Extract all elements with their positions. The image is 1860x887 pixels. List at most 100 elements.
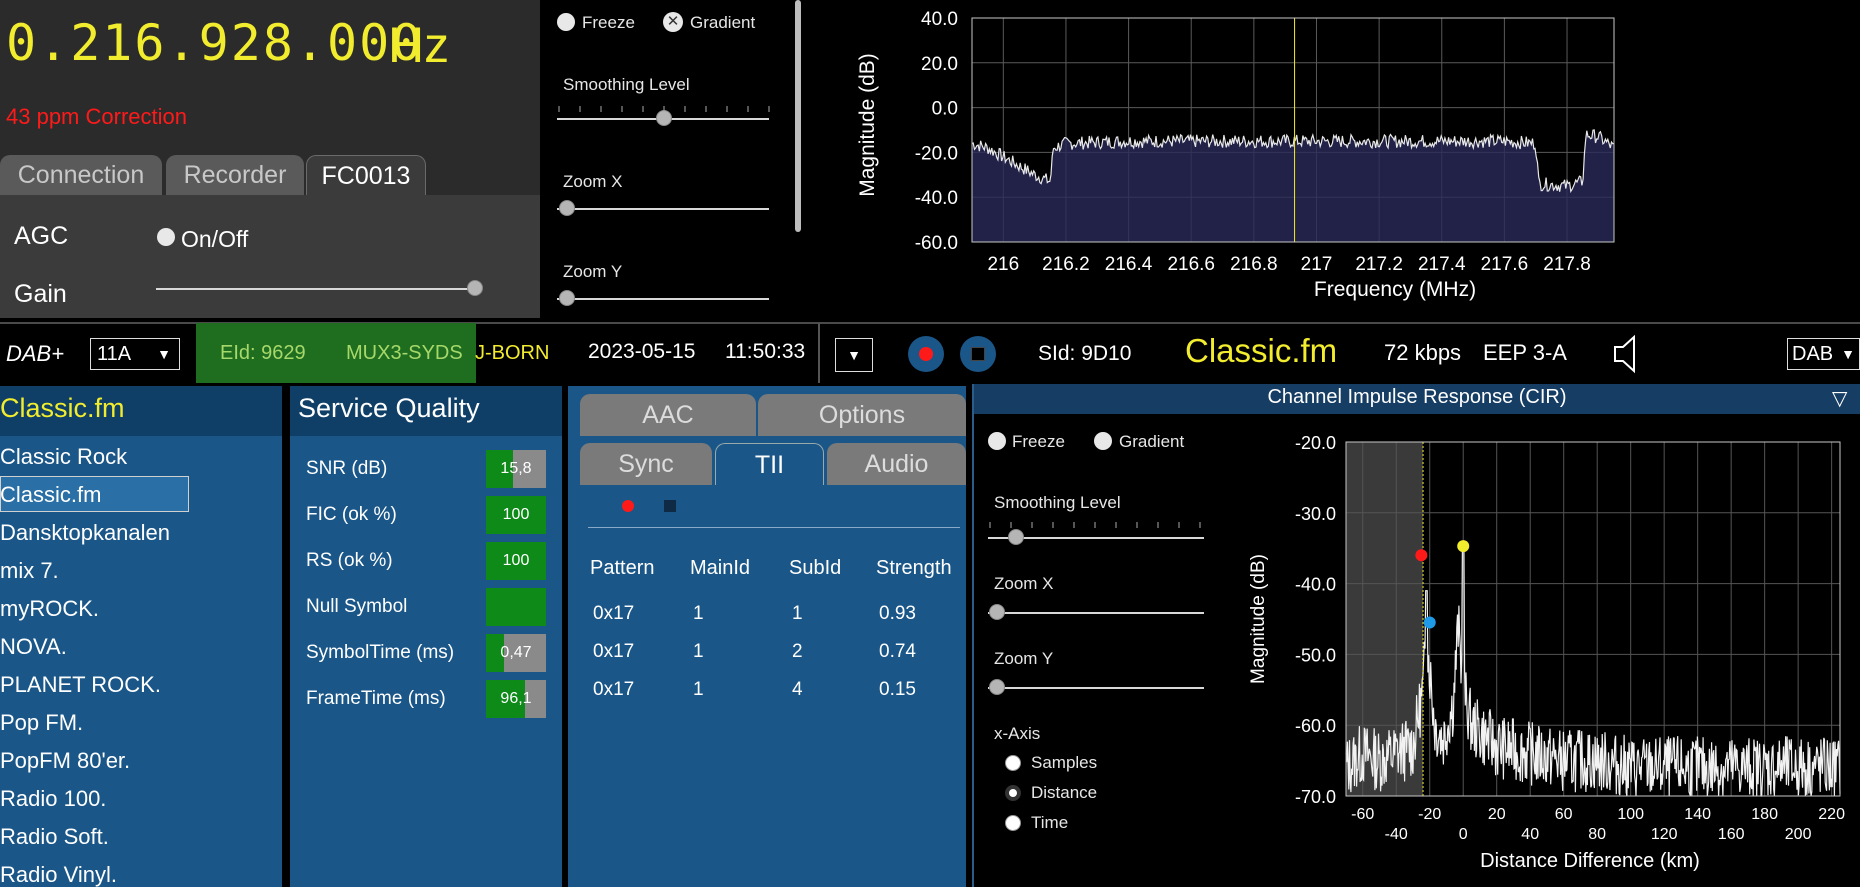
service-list-item[interactable]: Dansktopkanalen: [0, 520, 170, 546]
tii-cell: 0.15: [879, 679, 916, 700]
cir-marker-point: [1415, 549, 1428, 562]
spectrum-x-tick: 217.2: [1355, 254, 1403, 275]
gain-slider-thumb[interactable]: [467, 280, 483, 296]
spectrum-x-tick: 216.6: [1167, 254, 1215, 275]
tii-cell: 1: [693, 603, 704, 624]
freeze-radio[interactable]: [557, 13, 575, 31]
tii-header: Strength: [876, 557, 952, 579]
tii-header: MainId: [690, 557, 751, 579]
record-button[interactable]: [908, 336, 944, 372]
cir-zoom-x-track[interactable]: [988, 612, 1204, 614]
mode-label: DAB+: [6, 341, 65, 366]
time: 11:50:33: [725, 340, 806, 363]
quality-bar: [486, 588, 546, 626]
device-settings: [0, 195, 540, 318]
spectrum-x-ticks: 216 216.2 216.4 216.6 216.8 217 217.2 217.4 217.…: [987, 254, 1590, 275]
cir-smoothing-thumb[interactable]: [1008, 529, 1024, 545]
zoom-y-label: Zoom Y: [563, 262, 623, 281]
tab-audio[interactable]: Audio: [827, 443, 966, 485]
gradient-check-icon[interactable]: ✕: [663, 12, 683, 32]
cir-zoom-x-label: Zoom X: [994, 574, 1054, 593]
tab-sync[interactable]: Sync: [580, 443, 712, 485]
collapse-triangle-icon[interactable]: ▽: [1832, 386, 1847, 411]
tii-cell: 0x17: [593, 679, 635, 700]
tii-stop-icon[interactable]: [664, 500, 676, 512]
tab-tii[interactable]: TII: [715, 443, 824, 485]
service-list-item[interactable]: Radio Vinyl.: [0, 862, 117, 887]
bitrate: 72 kbps: [1384, 340, 1462, 365]
service-list-item[interactable]: Radio Soft.: [0, 824, 109, 850]
tii-cell: 1: [693, 641, 704, 662]
tab-connection[interactable]: Connection: [0, 155, 162, 195]
service-list-item[interactable]: mix 7.: [0, 558, 59, 584]
band-value: DAB: [1792, 343, 1834, 365]
spectrum-x-tick: 217.8: [1543, 254, 1591, 275]
cir-gradient-radio[interactable]: [1094, 432, 1112, 450]
service-list-item[interactable]: Pop FM.: [0, 710, 83, 736]
ensemble-name-a: MUX3-SYDS: [346, 342, 463, 364]
cir-y-tick: -20.0: [1295, 433, 1336, 453]
cir-x-ticks: -60 -20 20 60 100 140 180 220 -40 0 40 80 120 160 200: [1351, 806, 1845, 843]
quality-bar: 96,1: [486, 680, 546, 718]
cir-gradient-label: Gradient: [1119, 432, 1185, 451]
tii-record-icon[interactable]: [622, 500, 634, 512]
tab-recorder[interactable]: Recorder: [166, 155, 304, 195]
ensemble-id: EId: 9629: [220, 342, 306, 364]
quality-value: 100: [502, 552, 530, 569]
spectrum-y-label: Magnitude (dB): [856, 53, 879, 197]
controls-scrollbar[interactable]: [795, 0, 801, 232]
channel-value: 11A: [97, 343, 132, 365]
spectrum-x-tick: 217: [1301, 254, 1333, 275]
gain-slider-track[interactable]: [156, 288, 476, 290]
x-axis-radio-samples[interactable]: [1005, 755, 1021, 771]
service-list-item[interactable]: PopFM 80'er.: [0, 748, 130, 774]
speaker-icon[interactable]: [1612, 333, 1644, 375]
spectrum-x-tick: 217.4: [1418, 254, 1466, 275]
service-list-item[interactable]: Classic.fm: [0, 482, 101, 508]
stop-icon: [971, 347, 985, 361]
cir-x-tick: 220: [1818, 806, 1845, 823]
cir-freeze-radio[interactable]: [988, 432, 1006, 450]
cir-y-tick: -70.0: [1295, 787, 1336, 807]
x-axis-option-label: Distance: [1031, 783, 1098, 802]
service-list-item[interactable]: myROCK.: [0, 596, 99, 622]
x-axis-radio-distance[interactable]: [1005, 785, 1021, 801]
channel-select[interactable]: 11A ▼: [90, 338, 180, 370]
cir-y-label: Magnitude (dB): [1248, 554, 1269, 684]
service-list-item[interactable]: Classic Rock: [0, 444, 127, 470]
quality-label: SNR (dB): [306, 458, 388, 479]
tab-aac[interactable]: AAC: [580, 394, 756, 436]
zoom-y-slider-track[interactable]: [557, 298, 769, 300]
stop-button[interactable]: [960, 336, 996, 372]
spectrum-y-tick: -40.0: [915, 188, 958, 209]
service-dropdown-chevron-icon[interactable]: ▼: [835, 338, 873, 372]
zoom-x-slider-thumb[interactable]: [559, 200, 575, 216]
cir-x-tick: -60: [1351, 806, 1374, 823]
agc-toggle[interactable]: [157, 228, 175, 246]
spectrum-y-tick: -20.0: [915, 143, 958, 164]
zoom-x-slider-track[interactable]: [557, 208, 769, 210]
zoom-y-slider-thumb[interactable]: [559, 290, 575, 306]
service-list-item[interactable]: NOVA.: [0, 634, 67, 660]
spectrum-x-tick: 216.2: [1042, 254, 1090, 275]
cir-x-tick: 60: [1555, 806, 1573, 823]
cir-y-tick: -50.0: [1295, 645, 1336, 665]
band-select[interactable]: DAB ▼: [1787, 338, 1860, 370]
x-axis-radio-time[interactable]: [1005, 815, 1021, 831]
frequency-display: 0.216.928.000: [6, 14, 424, 72]
tii-header: Pattern: [590, 557, 655, 579]
cir-marker-point: [1457, 540, 1470, 553]
service-list-item[interactable]: PLANET ROCK.: [0, 672, 161, 698]
cir-zoom-y-thumb[interactable]: [989, 679, 1005, 695]
tii-cell: 1: [792, 603, 803, 624]
tab-options[interactable]: Options: [758, 394, 966, 436]
agc-label: AGC: [14, 222, 69, 250]
cir-zoom-x-thumb[interactable]: [989, 604, 1005, 620]
tab-fc0013[interactable]: FC0013: [306, 155, 426, 195]
service-list-item[interactable]: Radio 100.: [0, 786, 106, 812]
spectrum-y-ticks: 40.0 20.0 0.0 -20.0 -40.0 -60.0: [915, 9, 958, 254]
cir-zoom-y-track[interactable]: [988, 687, 1204, 689]
quality-bar: 15,8: [486, 450, 546, 488]
cir-x-tick: 160: [1718, 826, 1745, 843]
status-divider: [818, 323, 820, 383]
